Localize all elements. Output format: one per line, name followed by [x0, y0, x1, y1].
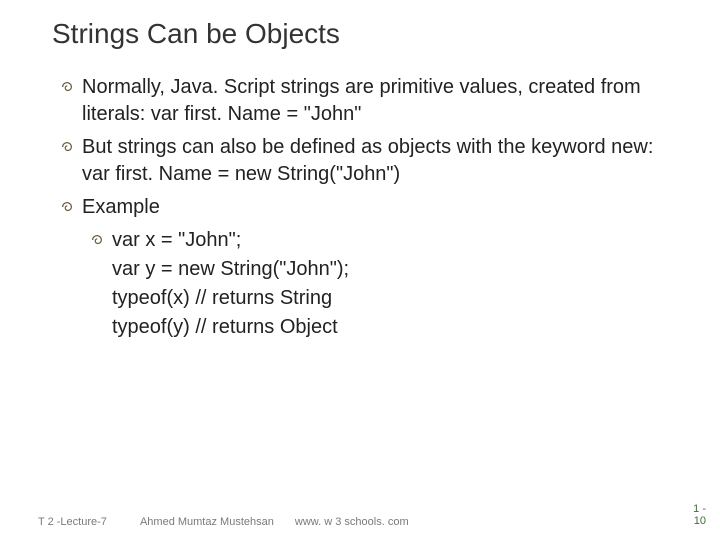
- code-line-1: var x = "John";: [60, 227, 678, 254]
- slide-body: Normally, Java. Script strings are primi…: [0, 50, 720, 341]
- bullet-swirl-icon: [60, 140, 74, 154]
- bullet-2: But strings can also be defined as objec…: [60, 134, 678, 188]
- bullet-swirl-icon: [90, 233, 104, 247]
- bullet-3: Example: [60, 194, 678, 221]
- bullet-swirl-icon: [60, 200, 74, 214]
- bullet-1-text: Normally, Java. Script strings are primi…: [82, 76, 641, 125]
- footer-author: Ahmed Mumtaz Mustehsan: [140, 516, 274, 528]
- footer-lecture: T 2 -Lecture-7: [38, 516, 107, 528]
- footer: T 2 -Lecture-7 Ahmed Mumtaz Mustehsan ww…: [0, 516, 720, 528]
- bullet-1: Normally, Java. Script strings are primi…: [60, 74, 678, 128]
- code-line-3: typeof(x) // returns String: [60, 285, 678, 312]
- bullet-swirl-icon: [60, 80, 74, 94]
- footer-url: www. w 3 schools. com: [295, 516, 409, 528]
- footer-page-b: 10: [694, 515, 706, 527]
- slide: Strings Can be Objects Normally, Java. S…: [0, 0, 720, 540]
- code-line-1-text: var x = "John";: [112, 229, 241, 251]
- bullet-3-text: Example: [82, 196, 160, 218]
- bullet-2-text: But strings can also be defined as objec…: [82, 136, 653, 185]
- code-line-2: var y = new String("John");: [60, 256, 678, 283]
- slide-title: Strings Can be Objects: [0, 0, 720, 50]
- code-line-4: typeof(y) // returns Object: [60, 314, 678, 341]
- footer-page-number: 1 - 10: [693, 503, 706, 528]
- footer-page-a: 1 -: [693, 503, 706, 515]
